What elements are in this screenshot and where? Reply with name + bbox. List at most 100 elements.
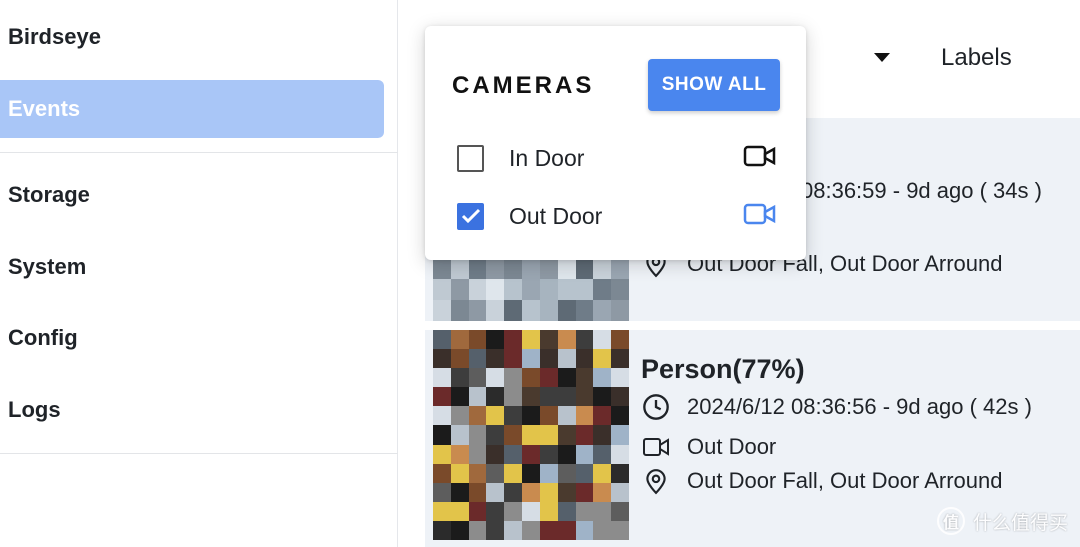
event-time-row: 2024/6/12 08:36:56 - 9d ago ( 42s ) (641, 392, 1032, 422)
thumbnail-pixel (575, 463, 594, 483)
thumbnail-pixel (611, 501, 629, 521)
thumbnail-pixel (557, 463, 576, 483)
thumbnail-pixel (433, 258, 451, 279)
thumbnail-pixel (468, 387, 487, 407)
thumbnail-pixel (450, 349, 469, 369)
thumbnail-pixel (575, 330, 594, 350)
thumbnail-pixel (522, 520, 540, 540)
sidebar-item-events[interactable]: Events (0, 80, 384, 138)
event-thumbnail[interactable] (433, 330, 629, 540)
thumbnail-pixel (468, 279, 487, 300)
thumbnail-pixel (433, 406, 451, 426)
thumbnail-pixel (504, 387, 523, 407)
thumbnail-pixel (575, 368, 594, 388)
sidebar: Birdseye Events Storage System Config Lo… (0, 0, 398, 547)
thumbnail-pixel (522, 279, 540, 300)
thumbnail-pixel (450, 463, 469, 483)
thumbnail-pixel (522, 330, 540, 350)
thumbnail-pixel (504, 349, 523, 369)
thumbnail-pixel (486, 300, 505, 321)
labels-filter-button[interactable]: Labels (941, 44, 1012, 72)
thumbnail-pixel (593, 463, 612, 483)
thumbnail-pixel (575, 300, 594, 321)
thumbnail-pixel (557, 330, 576, 350)
thumbnail-pixel (450, 425, 469, 445)
thumbnail-pixel (504, 463, 523, 483)
thumbnail-pixel (557, 279, 576, 300)
thumbnail-pixel (557, 387, 576, 407)
thumbnail-pixel (522, 444, 540, 464)
thumbnail-pixel (522, 406, 540, 426)
sidebar-item-birdseye[interactable]: Birdseye (0, 8, 384, 66)
filter-dropdown-caret-icon[interactable] (874, 53, 890, 62)
event-zones-row: Out Door Fall, Out Door Arround (641, 466, 1002, 496)
sidebar-item-logs[interactable]: Logs (0, 381, 384, 439)
thumbnail-pixel (468, 520, 487, 540)
event-camera-row: Out Door (641, 432, 776, 462)
thumbnail-pixel (468, 463, 487, 483)
thumbnail-pixel (486, 482, 505, 502)
thumbnail-pixel (593, 425, 612, 445)
sidebar-divider (0, 453, 398, 454)
cameras-popup-title: CAMERAS (452, 72, 595, 99)
thumbnail-pixel (575, 349, 594, 369)
show-all-button[interactable]: SHOW ALL (648, 59, 780, 111)
thumbnail-pixel (504, 330, 523, 350)
thumbnail-pixel (611, 349, 629, 369)
thumbnail-pixel (593, 300, 612, 321)
thumbnail-pixel (539, 444, 558, 464)
thumbnail-pixel (450, 330, 469, 350)
thumbnail-pixel (468, 444, 487, 464)
thumbnail-pixel (504, 406, 523, 426)
thumbnail-pixel (593, 482, 612, 502)
thumbnail-pixel (539, 349, 558, 369)
sidebar-item-config[interactable]: Config (0, 309, 384, 367)
camera-option-in-door[interactable]: In Door (457, 138, 777, 178)
thumbnail-pixel (611, 300, 629, 321)
thumbnail-pixel (557, 444, 576, 464)
event-thumbnail-image (433, 258, 629, 321)
thumbnail-pixel (593, 501, 612, 521)
camera-checkbox[interactable] (457, 144, 484, 172)
event-title: Person(77%) (641, 354, 805, 384)
thumbnail-pixel (468, 258, 487, 279)
camera-option-out-door[interactable]: Out Door (457, 196, 777, 236)
thumbnail-pixel (557, 425, 576, 445)
thumbnail-pixel (468, 330, 487, 350)
thumbnail-pixel (575, 501, 594, 521)
thumbnail-pixel (539, 368, 558, 388)
thumbnail-pixel (433, 463, 451, 483)
thumbnail-pixel (486, 368, 505, 388)
sidebar-divider (0, 152, 398, 153)
thumbnail-pixel (593, 520, 612, 540)
sidebar-item-storage[interactable]: Storage (0, 166, 384, 224)
event-thumbnail[interactable] (433, 258, 629, 321)
thumbnail-pixel (539, 330, 558, 350)
thumbnail-pixel (539, 425, 558, 445)
thumbnail-pixel (504, 279, 523, 300)
thumbnail-pixel (557, 406, 576, 426)
thumbnail-pixel (486, 425, 505, 445)
thumbnail-pixel (504, 444, 523, 464)
thumbnail-pixel (450, 482, 469, 502)
thumbnail-pixel (557, 501, 576, 521)
thumbnail-pixel (450, 444, 469, 464)
thumbnail-pixel (611, 425, 629, 445)
thumbnail-pixel (593, 349, 612, 369)
thumbnail-pixel (557, 482, 576, 502)
thumbnail-pixel (611, 330, 629, 350)
event-zones: Out Door Fall, Out Door Arround (687, 468, 1003, 493)
thumbnail-pixel (522, 425, 540, 445)
camera-checkbox[interactable] (457, 202, 484, 230)
thumbnail-pixel (433, 368, 451, 388)
thumbnail-pixel (539, 387, 558, 407)
clock-icon (641, 392, 671, 422)
thumbnail-pixel (450, 368, 469, 388)
thumbnail-pixel (468, 368, 487, 388)
sidebar-item-system[interactable]: System (0, 238, 384, 296)
video-camera-icon (743, 144, 777, 173)
thumbnail-pixel (504, 368, 523, 388)
thumbnail-pixel (433, 482, 451, 502)
camera-option-label: In Door (509, 144, 585, 171)
thumbnail-pixel (433, 501, 451, 521)
